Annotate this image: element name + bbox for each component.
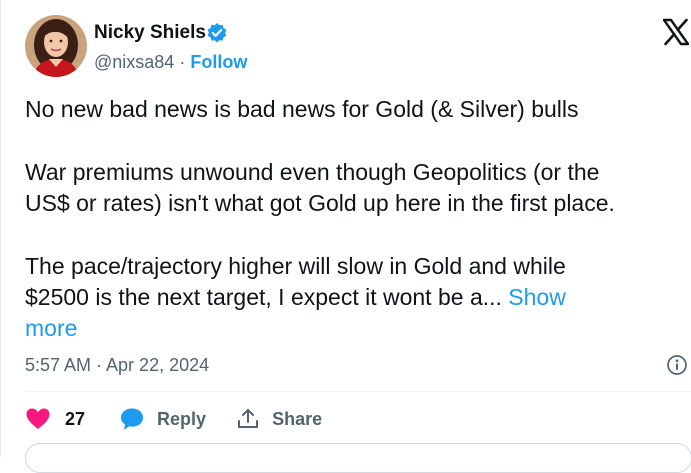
tweet-timestamp[interactable]: 5:57 AM · Apr 22, 2024 (25, 355, 209, 376)
tweet-text-line: more (25, 313, 690, 344)
author-handle-row: @nixsa84 · Follow (94, 52, 247, 73)
tweet-text-line: War premiums unwound even though Geopoli… (25, 159, 600, 185)
avatar[interactable] (25, 15, 87, 77)
share-button[interactable]: Share (236, 407, 322, 431)
divider (25, 391, 691, 392)
tweet-card: Nicky Shiels @nixsa84 · Follow No new ba… (0, 0, 691, 473)
tweet-text-line: US$ or rates) isn't what got Gold up her… (25, 190, 615, 216)
reply-button[interactable]: Reply (119, 407, 206, 431)
share-upload-icon (236, 407, 260, 431)
like-button[interactable]: 27 (25, 407, 85, 431)
tweet-text-line: $2500 is the next target, I expect it wo… (25, 282, 690, 313)
tweet-text-line: The pace/trajectory higher will slow in … (25, 253, 566, 279)
author-handle[interactable]: @nixsa84 (94, 52, 174, 72)
follow-button[interactable]: Follow (190, 52, 247, 72)
action-bar: 27 Reply Share (25, 405, 322, 433)
show-more-link-continued[interactable]: more (25, 315, 77, 341)
show-more-link[interactable]: Show (508, 284, 566, 310)
handle-separator: · (179, 52, 186, 72)
verified-badge-icon (206, 22, 228, 44)
tweet-text-line: No new bad news is bad news for Gold (& … (25, 96, 579, 122)
read-replies-button[interactable] (25, 443, 691, 473)
info-icon[interactable] (666, 354, 688, 376)
tweet-text-fragment: $2500 is the next target, I expect it wo… (25, 284, 502, 310)
reply-label: Reply (157, 408, 207, 429)
author-name[interactable]: Nicky Shiels (94, 22, 206, 44)
speech-bubble-icon (119, 407, 145, 431)
x-logo-icon[interactable] (661, 17, 691, 47)
like-count: 27 (65, 408, 86, 429)
share-label: Share (272, 408, 323, 429)
heart-icon (25, 407, 51, 431)
